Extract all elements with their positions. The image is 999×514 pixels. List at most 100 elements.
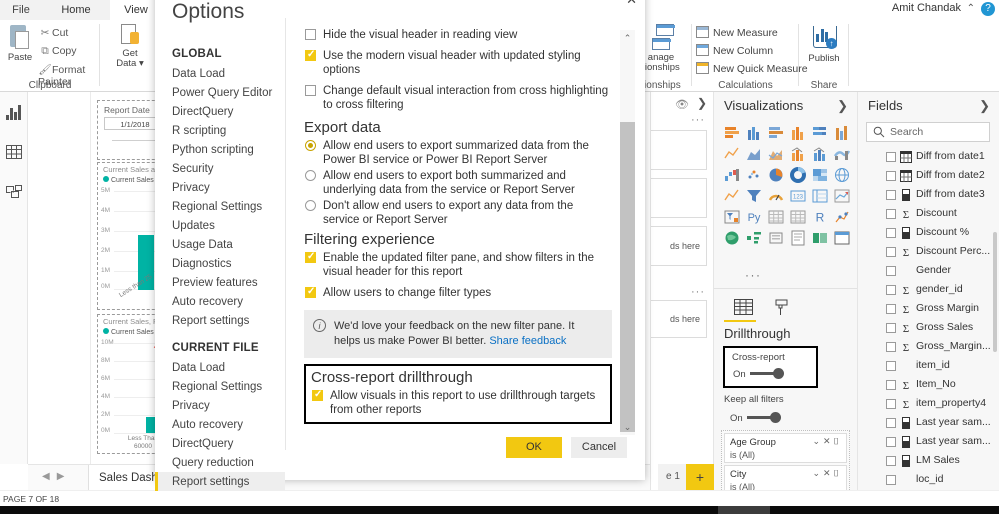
options-nav-list[interactable]: GLOBAL Data Load Power Query Editor DirectQ… [155, 44, 285, 491]
nav-item-updates[interactable]: Updates [155, 216, 285, 235]
waterfall-chart-icon[interactable] [721, 164, 743, 185]
scroll-down-icon[interactable]: ⌄ [620, 419, 635, 435]
filter-drop-zone[interactable] [651, 178, 707, 218]
donut-chart-icon[interactable] [787, 164, 809, 185]
field-checkbox[interactable] [886, 209, 896, 219]
field-checkbox[interactable] [886, 323, 896, 333]
ribbon-chart-icon[interactable] [831, 143, 853, 164]
r-visual-icon[interactable]: R [809, 206, 831, 227]
pie-chart-icon[interactable] [765, 164, 787, 185]
field-row[interactable]: Gender [858, 262, 999, 281]
paginated-report-icon[interactable] [787, 227, 809, 248]
arcgis-map-icon[interactable] [721, 227, 743, 248]
nav-item-security[interactable]: Security [155, 159, 285, 178]
filled-map-icon[interactable] [721, 185, 743, 206]
field-checkbox[interactable] [886, 475, 896, 485]
line-chart-icon[interactable] [721, 143, 743, 164]
drillthrough-filter-dropzone[interactable]: Age Group is (All) ⌄✕⌷ City is (All) ⌄✕⌷… [721, 430, 850, 490]
option-allow-change-filter-types[interactable]: Allow users to change filter types [304, 285, 612, 300]
nav-item-python-scripting[interactable]: Python scripting [155, 140, 285, 159]
nav-item-usage-data[interactable]: Usage Data [155, 235, 285, 254]
filter-drop-zone[interactable]: ds here [651, 300, 707, 338]
nav-item-report-settings[interactable]: Report settings [155, 311, 285, 330]
field-row[interactable]: item_id [858, 357, 999, 376]
nav-item-regional-settings[interactable]: Regional Settings [155, 197, 285, 216]
share-feedback-link[interactable]: Share feedback [489, 335, 566, 347]
checkbox[interactable] [305, 48, 316, 62]
checkbox[interactable] [305, 285, 316, 299]
100-stacked-bar-chart-icon[interactable] [809, 122, 831, 143]
radio-button[interactable] [305, 170, 316, 181]
eye-icon[interactable]: 👁 [675, 98, 689, 111]
filters-pane[interactable]: 👁 ❯ ··· ds here ··· ds here [650, 92, 714, 490]
page-tab-page1[interactable]: e 1 [658, 464, 688, 490]
filter-card[interactable]: City is (All) ⌄✕⌷ [724, 465, 847, 490]
field-row[interactable]: loc_id [858, 471, 999, 490]
decomposition-tree-icon[interactable] [743, 227, 765, 248]
new-column-button[interactable]: New Column [696, 44, 773, 57]
nav-item-auto-recovery[interactable]: Auto recovery [155, 415, 285, 434]
paste-button[interactable]: Paste [4, 24, 36, 63]
slicer-icon[interactable] [721, 206, 743, 227]
scatter-chart-icon[interactable] [743, 164, 765, 185]
stacked-area-chart-icon[interactable] [765, 143, 787, 164]
nav-item-r-scripting[interactable]: R scripting [155, 121, 285, 140]
key-influencers-icon[interactable] [831, 206, 853, 227]
filter-card-actions[interactable]: ⌄✕⌷ [813, 436, 842, 447]
nav-item-report-settings[interactable]: Report settings [155, 472, 285, 491]
filter-card[interactable]: Age Group is (All) ⌄✕⌷ [724, 433, 847, 463]
kpi-icon[interactable] [831, 185, 853, 206]
option-enable-updated-filter-pane[interactable]: Enable the updated filter pane, and show… [304, 250, 612, 279]
radio-export-both[interactable]: Allow end users to export both summarize… [304, 169, 612, 197]
filter-card-actions[interactable]: ⌄✕⌷ [813, 468, 842, 479]
new-quick-measure-button[interactable]: New Quick Measure [696, 62, 808, 75]
filters-more-icon[interactable]: ··· [691, 114, 705, 126]
100-stacked-column-chart-icon[interactable] [831, 122, 853, 143]
manage-relationships-icon[interactable] [646, 24, 678, 52]
cut-button[interactable]: ✂ Cut [38, 27, 69, 39]
field-row[interactable]: Σ Gross Sales [858, 319, 999, 338]
nav-item-directquery[interactable]: DirectQuery [155, 434, 285, 453]
expand-fields-icon[interactable]: ❯ [979, 92, 990, 120]
field-checkbox[interactable] [886, 399, 896, 409]
field-row[interactable]: Diff from date2 [858, 167, 999, 186]
fields-tab-icon[interactable] [724, 294, 762, 320]
field-checkbox[interactable] [886, 304, 896, 314]
field-row[interactable]: Σ Gross Margin [858, 300, 999, 319]
radio-button[interactable] [305, 140, 316, 151]
field-row[interactable]: Discount % [858, 224, 999, 243]
python-visual-icon[interactable]: Py [743, 206, 765, 227]
stacked-bar-chart-icon[interactable] [721, 122, 743, 143]
field-checkbox[interactable] [886, 342, 896, 352]
option-change-default-interaction[interactable]: Change default visual interaction from c… [304, 84, 612, 112]
checkbox[interactable] [305, 250, 316, 264]
field-row[interactable]: Diff from date1 [858, 148, 999, 167]
table-icon[interactable] [765, 206, 787, 227]
option-modern-visual-header[interactable]: Use the modern visual header with update… [304, 48, 612, 77]
field-checkbox[interactable] [886, 361, 896, 371]
tab-home[interactable]: Home [42, 0, 110, 20]
nav-item-preview-features[interactable]: Preview features [155, 273, 285, 292]
card-icon[interactable]: 123 [787, 185, 809, 206]
stacked-column-chart-icon[interactable] [743, 122, 765, 143]
field-checkbox[interactable] [886, 266, 896, 276]
filter-drop-zone[interactable]: ds here [651, 226, 707, 266]
smart-narrative-icon[interactable] [809, 227, 831, 248]
matrix-icon[interactable] [787, 206, 809, 227]
treemap-icon[interactable] [809, 164, 831, 185]
field-checkbox[interactable] [886, 190, 896, 200]
field-checkbox[interactable] [886, 437, 896, 447]
option-hide-visual-header[interactable]: Hide the visual header in reading view [304, 28, 612, 42]
field-row[interactable]: Σitem_property4 [858, 395, 999, 414]
more-visuals-icon[interactable]: ··· [745, 268, 762, 282]
nav-item-data-load[interactable]: Data Load [155, 64, 285, 83]
checkbox[interactable] [312, 388, 323, 402]
field-checkbox[interactable] [886, 418, 896, 428]
nav-item-diagnostics[interactable]: Diagnostics [155, 254, 285, 273]
model-view-icon[interactable] [0, 172, 28, 212]
field-checkbox[interactable] [886, 456, 896, 466]
nav-item-privacy[interactable]: Privacy [155, 396, 285, 415]
close-icon[interactable]: ✕ [626, 0, 637, 8]
multi-row-card-icon[interactable] [809, 185, 831, 206]
field-row[interactable]: Σ Discount [858, 205, 999, 224]
